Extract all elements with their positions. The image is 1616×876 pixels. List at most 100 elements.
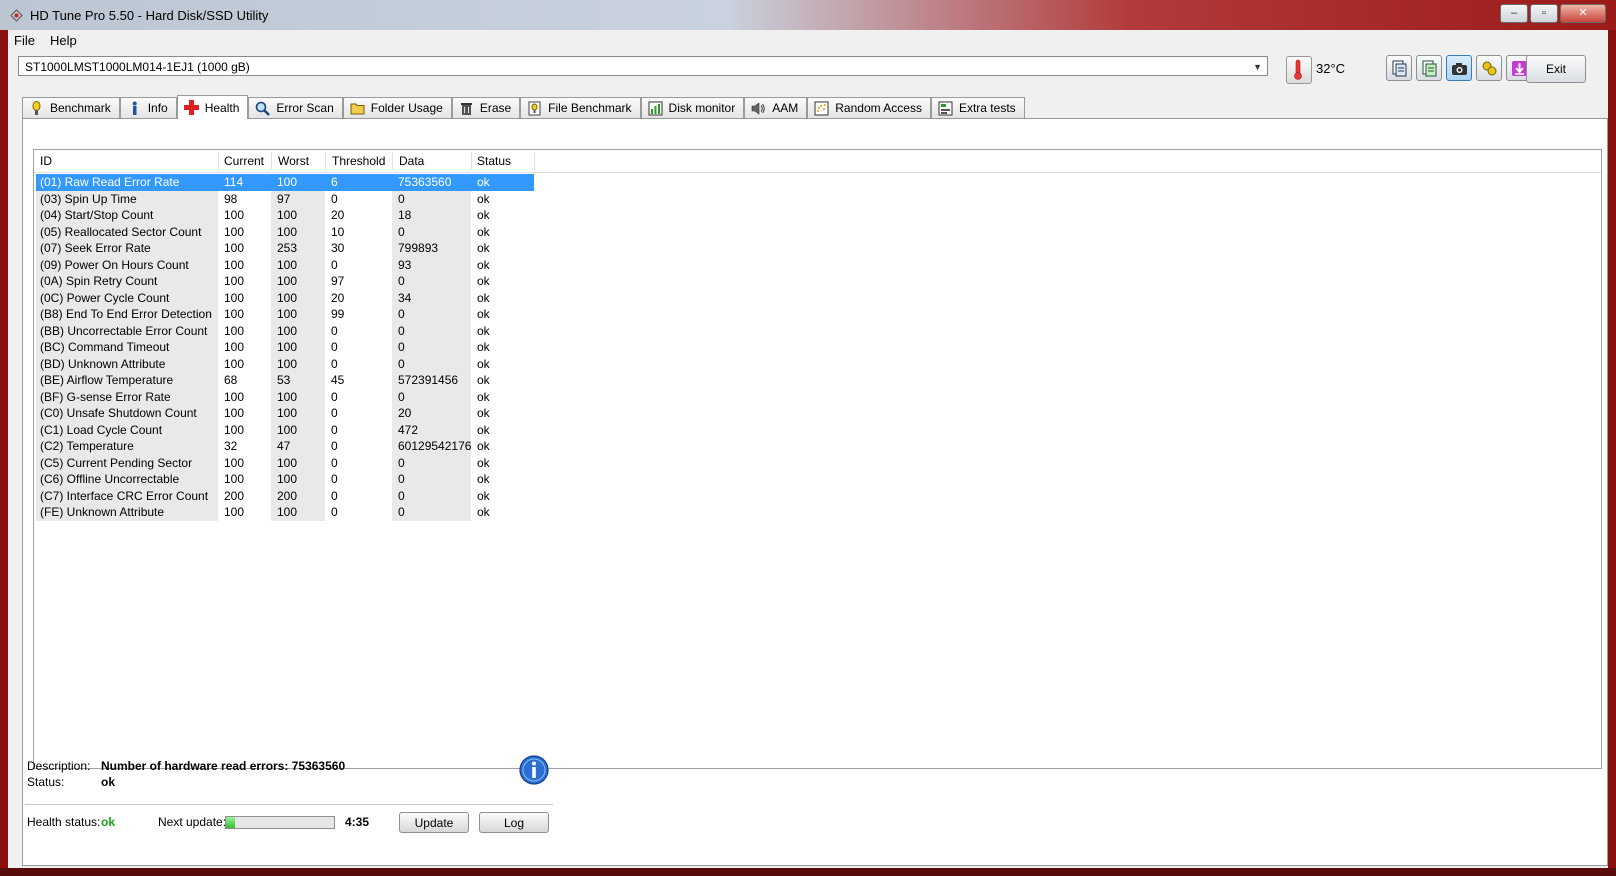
taskbar bbox=[0, 868, 1616, 876]
table-cell-threshold: 0 bbox=[331, 488, 338, 503]
title-bar: HD Tune Pro 5.50 - Hard Disk/SSD Utility… bbox=[0, 0, 1616, 30]
header-id[interactable]: ID bbox=[40, 154, 52, 168]
health-status-value: ok bbox=[101, 815, 116, 829]
smart-attributes-table[interactable]: ID Current Worst Threshold Data Status (… bbox=[33, 149, 1602, 769]
copy-text-button[interactable] bbox=[1386, 55, 1412, 81]
trash-icon bbox=[459, 101, 474, 116]
table-row[interactable]: (05) Reallocated Sector Count 100 100 10 0 ok bbox=[34, 223, 554, 241]
menu-help[interactable]: Help bbox=[50, 33, 77, 48]
tab-disk-monitor[interactable]: Disk monitor bbox=[640, 97, 745, 118]
table-cell-worst: 100 bbox=[271, 289, 325, 307]
temperature-button[interactable] bbox=[1286, 56, 1312, 84]
tab-file-benchmark[interactable]: File Benchmark bbox=[520, 97, 641, 118]
table-cell-data: 799893 bbox=[392, 240, 471, 257]
tab-erase[interactable]: Erase bbox=[451, 97, 521, 118]
table-cell-worst: 100 bbox=[271, 223, 325, 241]
table-cell-data: 34 bbox=[392, 289, 471, 307]
table-row[interactable]: (01) Raw Read Error Rate 114 100 6 75363560 o… bbox=[34, 174, 554, 191]
table-row[interactable]: (0A) Spin Retry Count 100 100 97 0 ok bbox=[34, 273, 554, 290]
table-cell-status: ok bbox=[477, 389, 490, 404]
table-cell-worst: 100 bbox=[271, 339, 325, 356]
table-cell-id: (05) Reallocated Sector Count bbox=[36, 223, 218, 241]
table-row[interactable]: (0C) Power Cycle Count 100 100 20 34 ok bbox=[34, 289, 554, 307]
table-cell-data: 0 bbox=[392, 322, 471, 340]
table-cell-data: 0 bbox=[392, 504, 471, 521]
tab-info[interactable]: Info bbox=[119, 97, 177, 118]
minimize-button[interactable]: – bbox=[1500, 4, 1528, 23]
tab-random-access[interactable]: Random Access bbox=[807, 97, 931, 118]
copy-info-button[interactable] bbox=[1416, 55, 1442, 81]
table-cell-current: 100 bbox=[224, 455, 245, 470]
client-area: File Help ST1000LMST1000LM014-1EJ1 (1000… bbox=[8, 30, 1608, 868]
status-value: ok bbox=[101, 775, 116, 789]
table-row[interactable]: (04) Start/Stop Count 100 100 20 18 ok bbox=[34, 207, 554, 224]
tab-health[interactable]: Health bbox=[176, 95, 249, 119]
table-cell-id: (C6) Offline Uncorrectable bbox=[36, 471, 218, 488]
description-label: Description: bbox=[27, 759, 91, 773]
table-cell-current: 100 bbox=[224, 274, 245, 288]
exit-button[interactable]: Exit bbox=[1526, 55, 1586, 83]
table-cell-data: 0 bbox=[392, 487, 471, 505]
table-row[interactable]: (B8) End To End Error Detection 100 100 99 0… bbox=[34, 306, 554, 323]
update-button[interactable]: Update bbox=[399, 812, 469, 833]
table-cell-worst: 100 bbox=[271, 256, 325, 274]
options-button[interactable] bbox=[1476, 55, 1502, 81]
table-row[interactable]: (03) Spin Up Time 98 97 0 0 ok bbox=[34, 190, 554, 208]
table-cell-status: ok bbox=[477, 290, 490, 305]
close-button[interactable]: ✕ bbox=[1560, 4, 1606, 23]
table-row[interactable]: (BE) Airflow Temperature 68 53 45 572391456 o… bbox=[34, 372, 554, 389]
tab-folder-usage[interactable]: Folder Usage bbox=[342, 97, 452, 118]
tab-extra-tests[interactable]: Extra tests bbox=[930, 97, 1025, 118]
table-cell-current: 100 bbox=[224, 224, 245, 239]
table-row[interactable]: (BC) Command Timeout 100 100 0 0 ok bbox=[34, 339, 554, 356]
table-row[interactable]: (07) Seek Error Rate 100 253 30 799893 ok bbox=[34, 240, 554, 257]
log-button[interactable]: Log bbox=[479, 812, 549, 833]
table-cell-data: 0 bbox=[392, 388, 471, 406]
table-cell-worst: 100 bbox=[271, 306, 325, 323]
table-row[interactable]: (BD) Unknown Attribute 100 100 0 0 ok bbox=[34, 355, 554, 373]
tab-aam-label: AAM bbox=[772, 101, 799, 115]
header-status[interactable]: Status bbox=[477, 154, 511, 168]
table-cell-current: 100 bbox=[224, 422, 245, 437]
table-row[interactable]: (C1) Load Cycle Count 100 100 0 472 ok bbox=[34, 421, 554, 439]
table-cell-id: (B8) End To End Error Detection bbox=[36, 306, 218, 323]
tab-error-scan[interactable]: Error Scan bbox=[248, 97, 343, 118]
header-worst[interactable]: Worst bbox=[278, 154, 309, 168]
table-cell-threshold: 30 bbox=[331, 241, 345, 255]
maximize-button[interactable]: ▫ bbox=[1530, 4, 1558, 23]
table-row[interactable]: (C2) Temperature 32 47 0 60129542176 ok bbox=[34, 438, 554, 455]
table-row[interactable]: (FE) Unknown Attribute 100 100 0 0 ok bbox=[34, 504, 554, 521]
window-title: HD Tune Pro 5.50 - Hard Disk/SSD Utility bbox=[30, 8, 269, 23]
speaker-icon bbox=[751, 101, 766, 116]
table-cell-status: ok bbox=[477, 307, 490, 321]
tab-benchmark[interactable]: Benchmark bbox=[22, 97, 120, 118]
menu-file[interactable]: File bbox=[14, 33, 35, 48]
table-cell-worst: 53 bbox=[271, 372, 325, 389]
header-threshold[interactable]: Threshold bbox=[332, 154, 385, 168]
table-cell-worst: 100 bbox=[271, 421, 325, 439]
table-row[interactable]: (BF) G-sense Error Rate 100 100 0 0 ok bbox=[34, 388, 554, 406]
table-row[interactable]: (09) Power On Hours Count 100 100 0 93 ok bbox=[34, 256, 554, 274]
next-update-progress-fill bbox=[226, 817, 235, 828]
table-cell-id: (FE) Unknown Attribute bbox=[36, 504, 218, 521]
table-cell-status: ok bbox=[477, 241, 490, 255]
drive-select[interactable]: ST1000LMST1000LM014-1EJ1 (1000 gB) ▼ bbox=[18, 56, 1268, 76]
health-cross-icon bbox=[183, 100, 199, 115]
table-row[interactable]: (C7) Interface CRC Error Count 200 200 0 0 ok bbox=[34, 487, 554, 505]
table-cell-status: ok bbox=[477, 340, 490, 354]
table-cell-current: 100 bbox=[224, 208, 245, 222]
chevron-down-icon: ▼ bbox=[1253, 62, 1262, 72]
tab-aam[interactable]: AAM bbox=[744, 97, 808, 118]
table-row[interactable]: (C6) Offline Uncorrectable 100 100 0 0 ok bbox=[34, 471, 554, 488]
table-row[interactable]: (BB) Uncorrectable Error Count 100 100 0 0 ok bbox=[34, 322, 554, 340]
table-row[interactable]: (C0) Unsafe Shutdown Count 100 100 0 20 ok bbox=[34, 405, 554, 422]
header-data[interactable]: Data bbox=[399, 154, 424, 168]
table-cell-id: (BE) Airflow Temperature bbox=[36, 372, 218, 389]
app-icon bbox=[10, 9, 23, 22]
table-cell-threshold: 97 bbox=[331, 274, 345, 288]
table-row[interactable]: (C5) Current Pending Sector 100 100 0 0 ok bbox=[34, 454, 554, 472]
random-access-icon bbox=[814, 101, 829, 116]
screenshot-button[interactable] bbox=[1446, 55, 1472, 81]
table-cell-id: (0A) Spin Retry Count bbox=[36, 273, 218, 290]
header-current[interactable]: Current bbox=[224, 154, 264, 168]
